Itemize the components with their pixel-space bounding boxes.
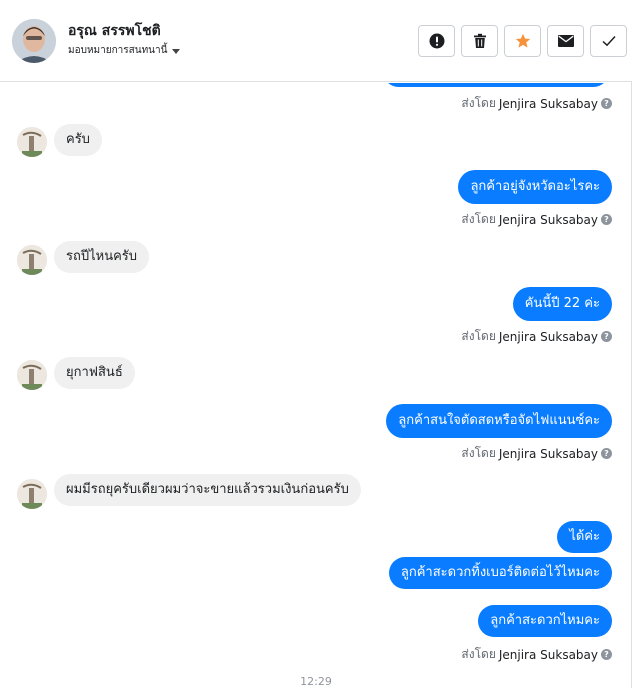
delete-button[interactable]: [461, 25, 498, 57]
info-icon[interactable]: ?: [601, 331, 612, 342]
mark-done-button[interactable]: [590, 25, 627, 57]
customer-avatar-small: [17, 245, 47, 275]
header-actions: [418, 25, 627, 57]
customer-avatar-small: [17, 360, 47, 390]
sent-by-row: ส่งโดย Jenjira Suksabay ?: [461, 645, 612, 664]
message-bubble-incoming: ครับ: [54, 124, 102, 156]
message-timestamp: 12:29: [300, 675, 332, 688]
message-bubble-outgoing: ลูกค้าสะดวกไหมคะ: [478, 605, 612, 637]
sender-name: Jenjira Suksabay: [498, 647, 598, 662]
customer-avatar[interactable]: [12, 19, 56, 63]
mark-unread-button[interactable]: [547, 25, 584, 57]
star-button[interactable]: [504, 25, 541, 57]
sender-name: Jenjira Suksabay: [498, 96, 598, 111]
report-button[interactable]: [418, 25, 455, 57]
customer-avatar-small: [17, 127, 47, 157]
message-bubble-outgoing: ลูกค้าสนใจตัดสดหรือจัดไฟแนนซ์คะ: [386, 404, 612, 438]
star-icon: [515, 33, 530, 48]
message-bubble-partial: [382, 83, 610, 87]
assign-conversation-dropdown[interactable]: มอบหมายการสนทนานี้: [68, 43, 181, 58]
sent-by-row: ส่งโดย Jenjira Suksabay ?: [461, 94, 612, 113]
sent-by-row: ส่งโดย Jenjira Suksabay ?: [461, 210, 612, 229]
message-bubble-outgoing: คันนี้ปี 22 ค่ะ: [512, 287, 612, 321]
sender-name: Jenjira Suksabay: [498, 329, 598, 344]
message-bubble-outgoing: ได้ค่ะ: [557, 521, 612, 553]
sent-by-row: ส่งโดย Jenjira Suksabay ?: [461, 327, 612, 346]
trash-icon: [473, 33, 486, 48]
assign-label: มอบหมายการสนทนานี้: [68, 45, 168, 56]
mail-icon: [557, 35, 574, 47]
info-icon[interactable]: ?: [601, 448, 612, 459]
customer-avatar-small: [17, 479, 47, 509]
message-bubble-outgoing: ลูกค้าสะดวกทิ้งเบอร์ติดต่อไว้ไหมคะ: [388, 557, 612, 589]
caret-down-icon: [172, 48, 181, 54]
message-bubble-incoming: ผมมีรถยุครับเดียวผมว่าจะขายแล้วรวมเงินก่…: [54, 474, 361, 506]
report-icon: [429, 33, 444, 49]
message-bubble-outgoing: ลูกค้าอยู่จังหวัดอะไรคะ: [458, 170, 612, 204]
check-icon: [601, 35, 616, 47]
info-icon[interactable]: ?: [601, 214, 612, 225]
sender-name: Jenjira Suksabay: [498, 212, 598, 227]
info-icon[interactable]: ?: [601, 649, 612, 660]
message-thread[interactable]: ส่งโดย Jenjira Suksabay ? ครับ ลูกค้าอยู…: [0, 83, 632, 688]
message-bubble-incoming: รถปีไหนครับ: [54, 241, 150, 273]
info-icon[interactable]: ?: [601, 98, 612, 109]
sent-by-row: ส่งโดย Jenjira Suksabay ?: [461, 444, 612, 463]
customer-name: อรุณ สรรพโชติ: [68, 23, 161, 39]
sender-name: Jenjira Suksabay: [498, 446, 598, 461]
conversation-header: อรุณ สรรพโชติ มอบหมายการสนทนานี้: [0, 0, 632, 82]
message-bubble-incoming: ยุกาฟสินธ์: [54, 357, 135, 389]
